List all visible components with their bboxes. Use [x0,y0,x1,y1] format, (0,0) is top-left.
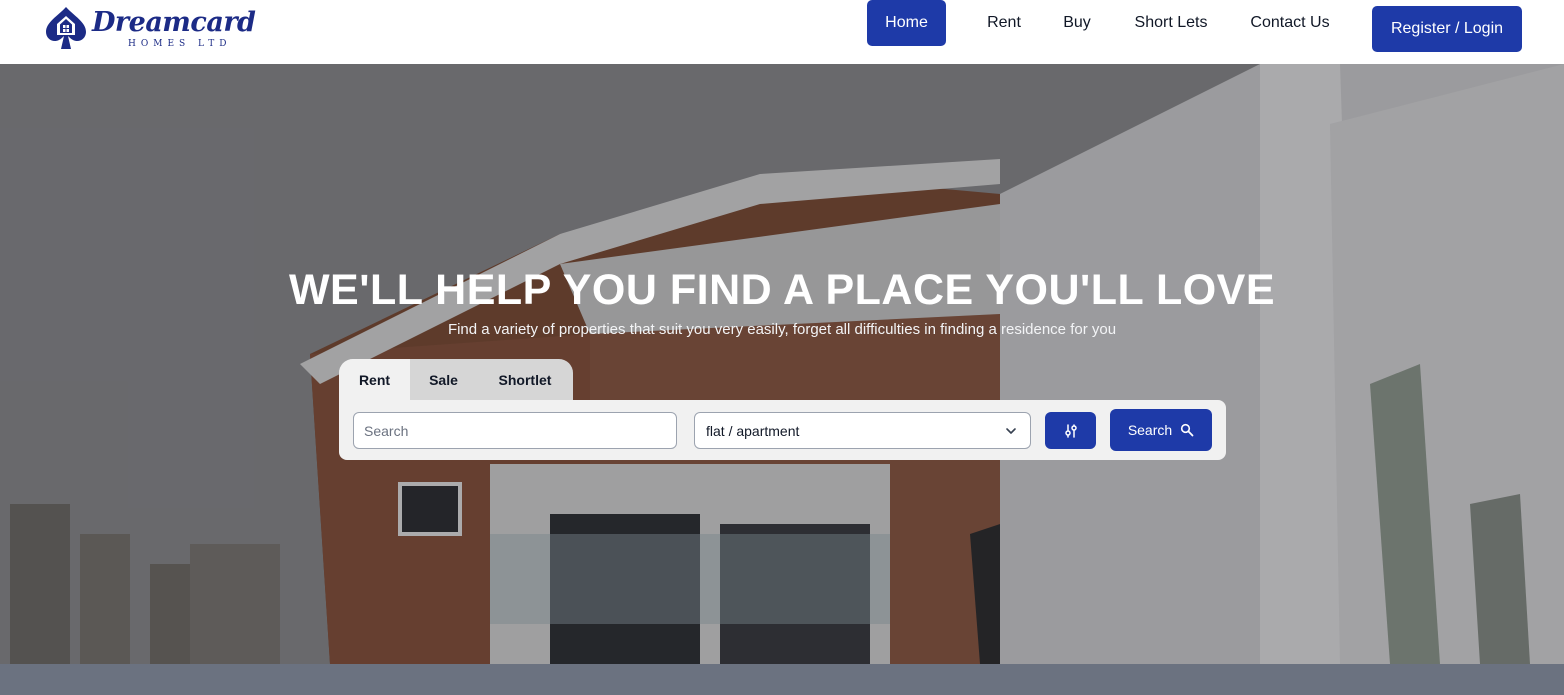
hero-section: WE'LL HELP YOU FIND A PLACE YOU'LL LOVE … [0,64,1564,664]
brand-name: Dreamcard [92,7,256,38]
property-type-select[interactable]: flat / apartment [694,412,1031,449]
brand-subtitle: HOMES LTD [128,39,232,49]
site-header: Dreamcard HOMES LTD Home Rent Buy Short … [0,0,1564,64]
search-button[interactable]: Search [1110,409,1212,451]
hero-title: WE'LL HELP YOU FIND A PLACE YOU'LL LOVE [288,266,1276,314]
magnifier-icon [1181,423,1194,437]
bottom-band [0,664,1564,695]
nav-rent[interactable]: Rent [978,0,1030,46]
search-tabs: Rent Sale Shortlet [339,359,573,400]
hero-subtitle: Find a variety of properties that suit y… [447,321,1117,338]
tab-shortlet[interactable]: Shortlet [477,359,573,400]
chevron-down-icon [1006,428,1016,434]
nav-buy[interactable]: Buy [1053,0,1101,46]
search-input[interactable] [353,412,677,449]
sliders-icon [1064,423,1077,438]
search-button-label: Search [1127,422,1173,438]
register-login-button[interactable]: Register / Login [1372,6,1522,52]
filter-button[interactable] [1045,412,1096,449]
tab-sale[interactable]: Sale [410,359,477,400]
property-type-value: flat / apartment [706,422,800,439]
nav-contact-us[interactable]: Contact Us [1240,0,1340,46]
spade-house-icon [46,7,86,49]
nav-short-lets[interactable]: Short Lets [1124,0,1218,46]
brand-logo[interactable]: Dreamcard HOMES LTD [44,6,256,52]
nav-home[interactable]: Home [867,0,946,46]
tab-rent[interactable]: Rent [339,359,410,400]
search-panel: flat / apartment Search [339,400,1226,460]
